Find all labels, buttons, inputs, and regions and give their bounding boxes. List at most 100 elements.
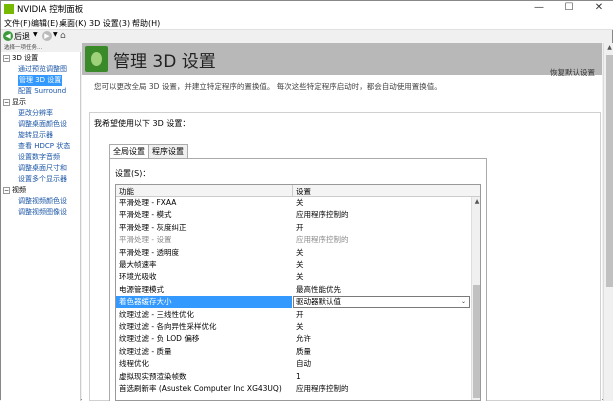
tab-program-settings[interactable]: 程序设置 (148, 144, 188, 159)
grid-scroll-thumb[interactable] (473, 285, 480, 398)
preference-label: 我希望使用以下 3D 设置： (94, 119, 191, 128)
setting-row[interactable]: 平滑处理 - FXAA 关 (116, 197, 471, 209)
setting-value-text: 应用程序控制的 (296, 384, 349, 393)
column-header-feature[interactable]: 功能 (119, 186, 134, 197)
main-scroll-thumb[interactable] (606, 55, 613, 287)
setting-value-text: 关 (296, 247, 304, 257)
scroll-up-arrow-icon[interactable]: ▲ (604, 44, 613, 54)
back-button-label[interactable]: 后退 (14, 31, 30, 42)
setting-feature: 首选刷新率 (Asustek Computer Inc XG43UQ) (119, 384, 282, 393)
menu-edit[interactable]: 编辑(E) (31, 18, 58, 29)
setting-value: 质量 (296, 346, 311, 358)
setting-value-text: 应用程序控制的 (296, 210, 349, 220)
setting-value-dropdown[interactable]: 驱动器默认值 ⌄ (293, 296, 470, 309)
tree-item-desktop-color[interactable]: 调整桌面颜色设 (18, 119, 67, 130)
menu-desktop[interactable]: 桌面(K) (59, 18, 87, 29)
column-divider[interactable] (292, 185, 293, 197)
collapse-icon[interactable]: − (3, 186, 10, 194)
setting-feature: 纹理过滤 - 三线性优化 (119, 309, 194, 319)
tree-group-3d-settings[interactable]: −3D 设置 (3, 53, 38, 64)
setting-value: 应用程序控制的 (296, 383, 349, 395)
setting-row[interactable]: 环境光吸收 关 (116, 271, 471, 283)
grid-scrollbar[interactable]: ▲ (471, 197, 480, 400)
forward-dropdown-icon[interactable]: ▼ (53, 31, 58, 38)
back-arrow-icon[interactable]: ◀ (3, 31, 13, 41)
window-title: NVIDIA 控制面板 (17, 5, 84, 15)
setting-value: 1 (296, 371, 301, 383)
setting-row[interactable]: 虚拟现实预渲染帧数 1 (116, 371, 471, 383)
setting-feature: 线程优化 (119, 359, 149, 369)
setting-row[interactable]: 纹理过滤 - 质量 质量 (116, 346, 471, 358)
task-tree-sidebar: −3D 设置 通过预览调整图 管理 3D 设置 配置 Surround − 显示 … (1, 52, 81, 401)
setting-feature: 最大帧速率 (119, 260, 157, 269)
title-bar[interactable]: NVIDIA 控制面板 — ☐ ✕ (1, 1, 613, 16)
setting-value-text: 最高性能优先 (296, 284, 341, 294)
setting-value-text: 开 (296, 309, 304, 319)
tree-item-video-image[interactable]: 调整视频图像设 (18, 207, 67, 218)
setting-value-text: 关 (296, 260, 304, 269)
menu-3d-settings[interactable]: 3D 设置(3) (89, 18, 130, 29)
setting-value: 开 (296, 309, 304, 321)
setting-row[interactable]: 平滑处理 - 灰度纠正 开 (116, 222, 471, 234)
setting-value-text: 关 (296, 198, 304, 207)
scroll-up-arrow-icon[interactable]: ▲ (472, 197, 480, 207)
tree-item-manage-3d[interactable]: 管理 3D 设置 (18, 75, 63, 86)
close-button[interactable]: ✕ (584, 1, 613, 16)
tree-group-label: 显示 (12, 98, 26, 106)
back-dropdown-icon[interactable]: ▼ (33, 31, 38, 38)
setting-value-text: 关 (296, 322, 304, 331)
tree-item-resolution[interactable]: 更改分辨率 (18, 108, 53, 119)
setting-feature: 平滑处理 - FXAA (119, 198, 177, 207)
minimize-button[interactable]: — (524, 1, 554, 16)
nav-toolbar: ◀ 后退 ▼ ▶ ▼ ⌂ (1, 30, 81, 43)
setting-value-text: 自动 (296, 359, 311, 369)
setting-feature: 纹理过滤 - 各向异性采样优化 (119, 322, 217, 331)
setting-feature: 纹理过滤 - 负 LOD 偏移 (119, 334, 200, 344)
tree-item-hdcp[interactable]: 查看 HDCP 状态 (18, 141, 70, 152)
tree-item-preview-image[interactable]: 通过预览调整图 (18, 64, 67, 75)
setting-row[interactable]: 纹理过滤 - 负 LOD 偏移 允许 (116, 333, 471, 345)
setting-row[interactable]: 平滑处理 - 设置 应用程序控制的 (116, 234, 471, 246)
tree-item-surround[interactable]: 配置 Surround (18, 86, 66, 97)
setting-row-selected[interactable]: 着色器缓存大小 驱动器默认值 ⌄ (116, 296, 471, 309)
tree-item-digital-audio[interactable]: 设置数字音频 (18, 152, 60, 163)
nvidia-app-icon (4, 4, 14, 14)
setting-row[interactable]: 纹理过滤 - 各向异性采样优化 关 (116, 321, 471, 333)
setting-value-text: 开 (296, 222, 304, 232)
grid-header: 功能 设置 (116, 185, 480, 197)
task-header: 选择一项任务... (4, 45, 43, 51)
setting-row[interactable]: 平滑处理 - 模式 应用程序控制的 (116, 209, 471, 221)
tree-group-video[interactable]: − 视频 (3, 185, 26, 196)
menu-bar: 文件(F) 编辑(E) 桌面(K) 3D 设置(3) 帮助(H) (1, 16, 613, 30)
menu-help[interactable]: 帮助(H) (132, 18, 160, 29)
collapse-icon[interactable]: − (3, 54, 10, 62)
maximize-button[interactable]: ☐ (554, 1, 584, 16)
restore-defaults-link[interactable]: 恢复默认设置 (550, 67, 595, 78)
setting-row[interactable]: 电源管理模式 最高性能优先 (116, 284, 471, 296)
setting-row[interactable]: 线程优化 自动 (116, 358, 471, 370)
setting-row[interactable]: 首选刷新率 (Asustek Computer Inc XG43UQ) 应用程序控… (116, 383, 471, 395)
tree-item-desktop-size[interactable]: 调整桌面尺寸和 (18, 163, 67, 174)
setting-row[interactable]: 最大帧速率 关 (116, 259, 471, 271)
settings-list-label: 设置(S)： (115, 169, 151, 178)
collapse-icon[interactable]: − (3, 98, 10, 106)
setting-feature: 平滑处理 - 透明度 (119, 247, 179, 257)
column-header-setting[interactable]: 设置 (296, 186, 311, 197)
home-icon[interactable]: ⌂ (60, 31, 66, 41)
tree-item-rotate[interactable]: 旋转显示器 (18, 130, 53, 141)
menu-file[interactable]: 文件(F) (4, 18, 31, 29)
main-scrollbar[interactable]: ▲ (603, 43, 613, 401)
forward-arrow-icon[interactable]: ▶ (42, 31, 52, 41)
tree-group-label: 3D 设置 (12, 54, 39, 62)
setting-row[interactable]: 纹理过滤 - 三线性优化 开 (116, 309, 471, 321)
tree-item-video-color[interactable]: 调整视频颜色设 (18, 196, 67, 207)
setting-feature: 电源管理模式 (119, 284, 164, 294)
tree-group-display[interactable]: − 显示 (3, 97, 26, 108)
setting-value: 关 (296, 259, 304, 271)
3d-settings-logo-icon (85, 46, 108, 72)
setting-feature: 平滑处理 - 设置 (119, 235, 172, 245)
tree-item-multi-display[interactable]: 设置多个显示器 (18, 174, 67, 185)
nvidia-control-panel-window: NVIDIA 控制面板 — ☐ ✕ 文件(F) 编辑(E) 桌面(K) 3D 设… (0, 0, 613, 401)
chevron-down-icon[interactable]: ⌄ (461, 297, 466, 307)
setting-row[interactable]: 平滑处理 - 透明度 关 (116, 247, 471, 259)
